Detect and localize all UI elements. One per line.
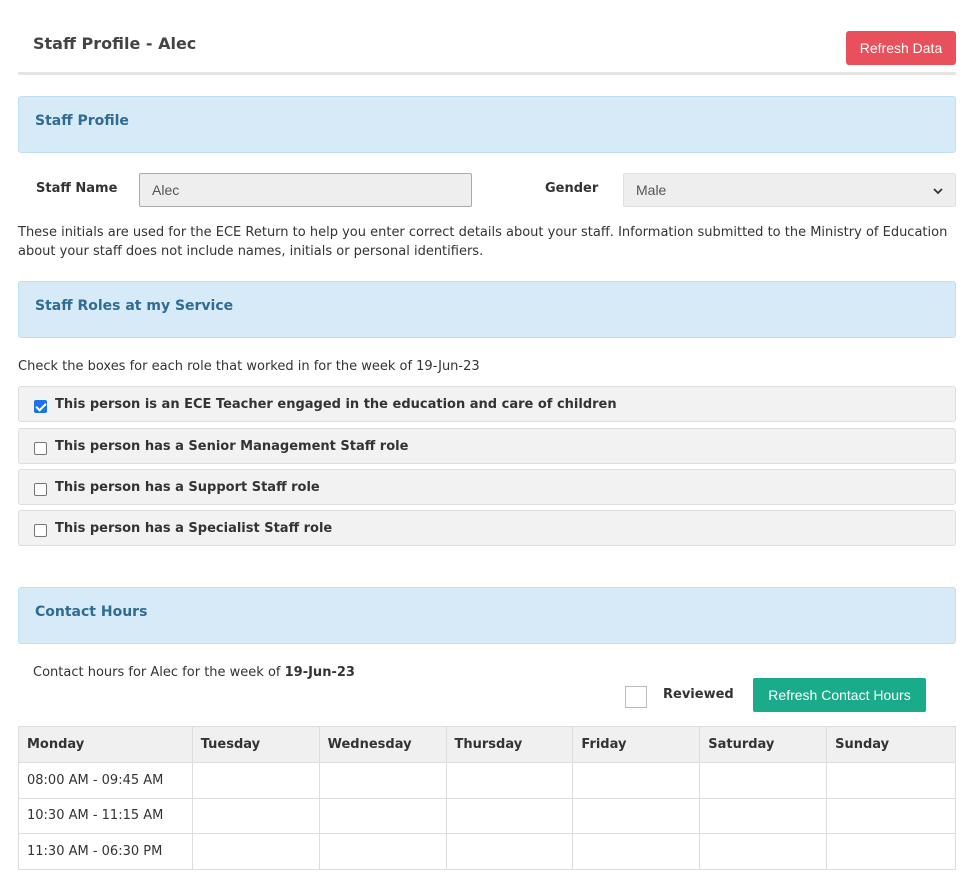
role-row-specialist-staff[interactable]: This person has a Specialist Staff role bbox=[18, 510, 956, 546]
role-label: This person has a Specialist Staff role bbox=[55, 520, 333, 536]
table-cell[interactable] bbox=[572, 762, 701, 799]
column-header-sunday: Sunday bbox=[826, 726, 956, 763]
contact-week: 19-Jun-23 bbox=[284, 665, 355, 680]
gender-select[interactable]: Male bbox=[623, 173, 956, 207]
refresh-data-button[interactable]: Refresh Data bbox=[846, 31, 956, 65]
help-text: These initials are used for the ECE Retu… bbox=[18, 225, 948, 259]
role-row-senior-management[interactable]: This person has a Senior Management Staf… bbox=[18, 428, 956, 464]
column-header-tuesday: Tuesday bbox=[191, 726, 320, 763]
table-cell[interactable] bbox=[826, 833, 956, 870]
table-cell[interactable] bbox=[318, 797, 447, 834]
table-cell[interactable] bbox=[826, 797, 956, 834]
table-row: 08:00 AM - 09:45 AM bbox=[18, 762, 956, 799]
role-row-support-staff[interactable]: This person has a Support Staff role bbox=[18, 469, 956, 505]
column-header-wednesday: Wednesday bbox=[318, 726, 447, 763]
table-cell[interactable] bbox=[445, 762, 574, 799]
panel-title: Staff Profile bbox=[35, 113, 129, 129]
table-cell[interactable] bbox=[826, 762, 956, 799]
table-cell[interactable] bbox=[572, 833, 701, 870]
page-title: Staff Profile - Alec bbox=[33, 34, 197, 53]
gender-label: Gender bbox=[545, 181, 599, 196]
reviewed-label: Reviewed bbox=[663, 687, 734, 702]
column-header-saturday: Saturday bbox=[699, 726, 828, 763]
staff-profile-panel: Staff Profile bbox=[18, 96, 956, 153]
title-divider bbox=[18, 72, 956, 75]
staff-roles-panel: Staff Roles at my Service bbox=[18, 281, 956, 338]
refresh-contact-hours-button[interactable]: Refresh Contact Hours bbox=[753, 678, 926, 712]
role-label: This person has a Senior Management Staf… bbox=[55, 438, 409, 454]
table-cell[interactable] bbox=[699, 762, 828, 799]
table-header-row: Monday Tuesday Wednesday Thursday Friday… bbox=[18, 726, 956, 763]
table-cell[interactable] bbox=[318, 833, 447, 870]
contact-intro-text: Contact hours for Alec for the week of bbox=[33, 665, 285, 680]
table-cell[interactable] bbox=[572, 797, 701, 834]
table-cell[interactable] bbox=[445, 833, 574, 870]
table-cell[interactable]: 10:30 AM - 11:15 AM bbox=[18, 797, 193, 834]
gender-value: Male bbox=[636, 182, 667, 198]
role-label: This person is an ECE Teacher engaged in… bbox=[55, 396, 617, 412]
table-cell[interactable] bbox=[191, 762, 320, 799]
roles-intro: Check the boxes for each role that worke… bbox=[18, 359, 480, 374]
table-cell[interactable] bbox=[699, 833, 828, 870]
table-cell[interactable] bbox=[699, 797, 828, 834]
panel-title: Staff Roles at my Service bbox=[35, 298, 234, 314]
table-cell[interactable] bbox=[191, 833, 320, 870]
table-cell[interactable] bbox=[191, 797, 320, 834]
table-cell[interactable] bbox=[318, 762, 447, 799]
role-checkbox[interactable] bbox=[34, 399, 47, 413]
role-checkbox[interactable] bbox=[34, 441, 47, 455]
contact-hours-table: Monday Tuesday Wednesday Thursday Friday… bbox=[18, 726, 956, 870]
role-row-ece-teacher[interactable]: This person is an ECE Teacher engaged in… bbox=[18, 386, 956, 422]
contact-hours-intro: Contact hours for Alec for the week of 1… bbox=[33, 665, 355, 680]
table-row: 11:30 AM - 06:30 PM bbox=[18, 833, 956, 870]
table-row: 10:30 AM - 11:15 AM bbox=[18, 797, 956, 834]
column-header-thursday: Thursday bbox=[445, 726, 574, 763]
panel-title: Contact Hours bbox=[35, 604, 148, 620]
table-cell[interactable]: 08:00 AM - 09:45 AM bbox=[18, 762, 193, 799]
role-checkbox[interactable] bbox=[34, 523, 47, 537]
reviewed-checkbox[interactable] bbox=[625, 686, 647, 708]
column-header-monday: Monday bbox=[18, 726, 193, 763]
role-checkbox[interactable] bbox=[34, 482, 47, 496]
table-cell[interactable]: 11:30 AM - 06:30 PM bbox=[18, 833, 193, 870]
table-cell[interactable] bbox=[445, 797, 574, 834]
chevron-down-icon bbox=[933, 182, 943, 198]
role-label: This person has a Support Staff role bbox=[55, 479, 320, 495]
column-header-friday: Friday bbox=[572, 726, 701, 763]
staff-name-input[interactable]: Alec bbox=[139, 173, 472, 207]
contact-hours-panel: Contact Hours bbox=[18, 587, 956, 644]
staff-name-label: Staff Name bbox=[36, 181, 118, 196]
